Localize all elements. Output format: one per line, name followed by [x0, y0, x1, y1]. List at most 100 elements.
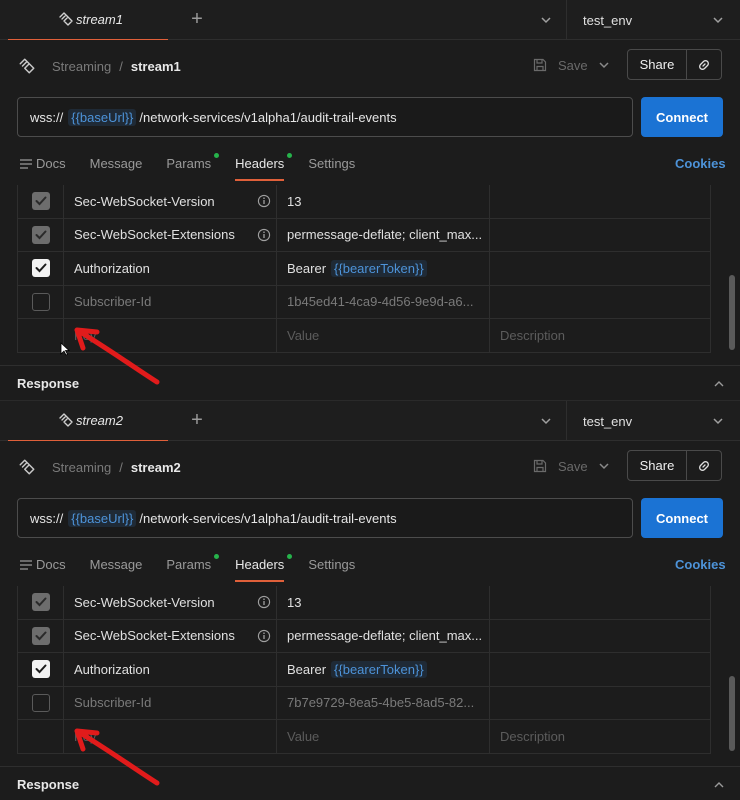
- header-description[interactable]: [490, 687, 712, 720]
- environment-selector[interactable]: test_env: [566, 401, 740, 441]
- breadcrumb-parent[interactable]: Streaming: [52, 460, 111, 475]
- tab-name: stream1: [76, 12, 123, 27]
- copy-link-button[interactable]: [687, 50, 721, 79]
- tab-list-chevron-icon[interactable]: [538, 12, 554, 28]
- header-value[interactable]: Bearer {{bearerToken}}: [277, 653, 490, 686]
- tab-headers[interactable]: Headers: [235, 153, 293, 181]
- url-input[interactable]: wss:// {{baseUrl}} /network-services/v1a…: [17, 498, 633, 538]
- tab-message[interactable]: Message: [90, 153, 143, 181]
- header-key[interactable]: Sec-WebSocket-Extensions: [64, 218, 277, 251]
- chevron-up-icon[interactable]: [712, 778, 726, 792]
- header-checkbox[interactable]: [31, 693, 50, 712]
- checkbox-cell: [18, 686, 64, 719]
- tab-headers-label: Headers: [235, 156, 285, 171]
- tab-params[interactable]: Params: [166, 153, 220, 181]
- header-value[interactable]: 13: [277, 185, 490, 218]
- save-options-chevron-icon[interactable]: [596, 458, 612, 474]
- header-key[interactable]: Sec-WebSocket-Extensions: [64, 619, 277, 652]
- header-key[interactable]: Authorization: [64, 653, 277, 686]
- url-input[interactable]: wss:// {{baseUrl}} /network-services/v1a…: [17, 97, 633, 137]
- header-checkbox[interactable]: [31, 660, 50, 679]
- share-button[interactable]: Share: [628, 50, 687, 79]
- header-key-text: Sec-WebSocket-Version: [74, 594, 215, 610]
- header-checkbox[interactable]: [31, 292, 50, 311]
- header-description[interactable]: [490, 219, 712, 252]
- breadcrumb: Streaming / stream1: [18, 54, 181, 78]
- breadcrumb-parent[interactable]: Streaming: [52, 59, 111, 74]
- chevron-up-icon[interactable]: [712, 377, 726, 391]
- request-tab[interactable]: stream2: [8, 401, 168, 441]
- header-value[interactable]: 1b45ed41-4ca9-4d56-9e9d-a6...: [277, 285, 490, 318]
- save-button[interactable]: Save: [532, 54, 588, 76]
- save-label: Save: [558, 57, 588, 73]
- response-section-header[interactable]: Response: [0, 766, 740, 800]
- tab-headers[interactable]: Headers: [235, 554, 293, 582]
- header-value[interactable]: permessage-deflate; client_max...: [277, 619, 490, 652]
- header-value-text: 1b45ed41-4ca9-4d56-9e9d-a6...: [287, 294, 474, 310]
- tab-list-chevron-icon[interactable]: [538, 413, 554, 429]
- request-subtabs: Docs Message Params Headers Settings: [20, 554, 379, 582]
- header-key[interactable]: Sec-WebSocket-Version: [64, 586, 277, 619]
- description-placeholder-input[interactable]: Description: [490, 319, 712, 352]
- header-key[interactable]: Subscriber-Id: [64, 285, 277, 318]
- header-description[interactable]: [490, 286, 712, 319]
- header-checkbox: [31, 593, 50, 612]
- header-value-prefix: Bearer: [287, 260, 327, 276]
- tab-docs[interactable]: Docs: [20, 153, 66, 181]
- request-tab[interactable]: stream1: [8, 0, 168, 40]
- scrollbar[interactable]: [729, 275, 735, 350]
- header-key-text: Subscriber-Id: [74, 695, 152, 711]
- share-group: Share: [627, 49, 722, 80]
- response-section-header[interactable]: Response: [0, 365, 740, 400]
- breadcrumb-current[interactable]: stream1: [131, 59, 181, 74]
- header-value-variable: {{bearerToken}}: [331, 660, 427, 678]
- tab-params-label: Params: [166, 557, 212, 572]
- header-description[interactable]: [490, 252, 712, 285]
- header-checkbox: [31, 225, 50, 244]
- url-variable: {{baseUrl}}: [68, 509, 137, 527]
- tab-settings[interactable]: Settings: [308, 153, 355, 181]
- tab-docs[interactable]: Docs: [20, 554, 66, 582]
- link-icon: [699, 59, 709, 70]
- header-value[interactable]: Bearer {{bearerToken}}: [277, 252, 490, 285]
- info-icon[interactable]: [257, 595, 271, 609]
- info-icon[interactable]: [257, 228, 271, 242]
- header-description[interactable]: [490, 185, 712, 218]
- info-icon[interactable]: [257, 194, 271, 208]
- header-key[interactable]: Authorization: [64, 252, 277, 285]
- tab-params[interactable]: Params: [166, 554, 220, 582]
- key-placeholder-input[interactable]: Key: [64, 720, 277, 753]
- breadcrumb-current[interactable]: stream2: [131, 460, 181, 475]
- header-checkbox[interactable]: [31, 259, 50, 278]
- stream1-panel: stream1 + test_env Streaming / stream1 S…: [0, 0, 740, 400]
- scrollbar[interactable]: [729, 676, 735, 751]
- header-value[interactable]: permessage-deflate; client_max...: [277, 218, 490, 251]
- share-button[interactable]: Share: [628, 451, 687, 480]
- header-key[interactable]: Subscriber-Id: [64, 686, 277, 719]
- cookies-link[interactable]: Cookies: [675, 156, 726, 171]
- header-value-text: permessage-deflate; client_max...: [287, 628, 483, 644]
- save-button[interactable]: Save: [532, 455, 588, 477]
- header-key[interactable]: Sec-WebSocket-Version: [64, 185, 277, 218]
- new-tab-plus-icon[interactable]: +: [186, 8, 208, 30]
- save-options-chevron-icon[interactable]: [596, 57, 612, 73]
- environment-selector[interactable]: test_env: [566, 0, 740, 40]
- value-placeholder-input[interactable]: Value: [277, 319, 490, 352]
- tab-message[interactable]: Message: [90, 554, 143, 582]
- link-icon: [699, 460, 709, 471]
- header-value[interactable]: 7b7e9729-8ea5-4be5-8ad5-82...: [277, 686, 490, 719]
- tab-settings[interactable]: Settings: [308, 554, 355, 582]
- key-placeholder-input[interactable]: Key: [64, 319, 277, 352]
- header-description[interactable]: [490, 586, 712, 619]
- copy-link-button[interactable]: [687, 451, 721, 480]
- connect-button[interactable]: Connect: [641, 97, 723, 137]
- description-placeholder-input[interactable]: Description: [490, 720, 712, 753]
- header-description[interactable]: [490, 653, 712, 686]
- header-value[interactable]: 13: [277, 586, 490, 619]
- header-description[interactable]: [490, 620, 712, 653]
- value-placeholder-input[interactable]: Value: [277, 720, 490, 753]
- info-icon[interactable]: [257, 629, 271, 643]
- connect-button[interactable]: Connect: [641, 498, 723, 538]
- new-tab-plus-icon[interactable]: +: [186, 409, 208, 431]
- cookies-link[interactable]: Cookies: [675, 557, 726, 572]
